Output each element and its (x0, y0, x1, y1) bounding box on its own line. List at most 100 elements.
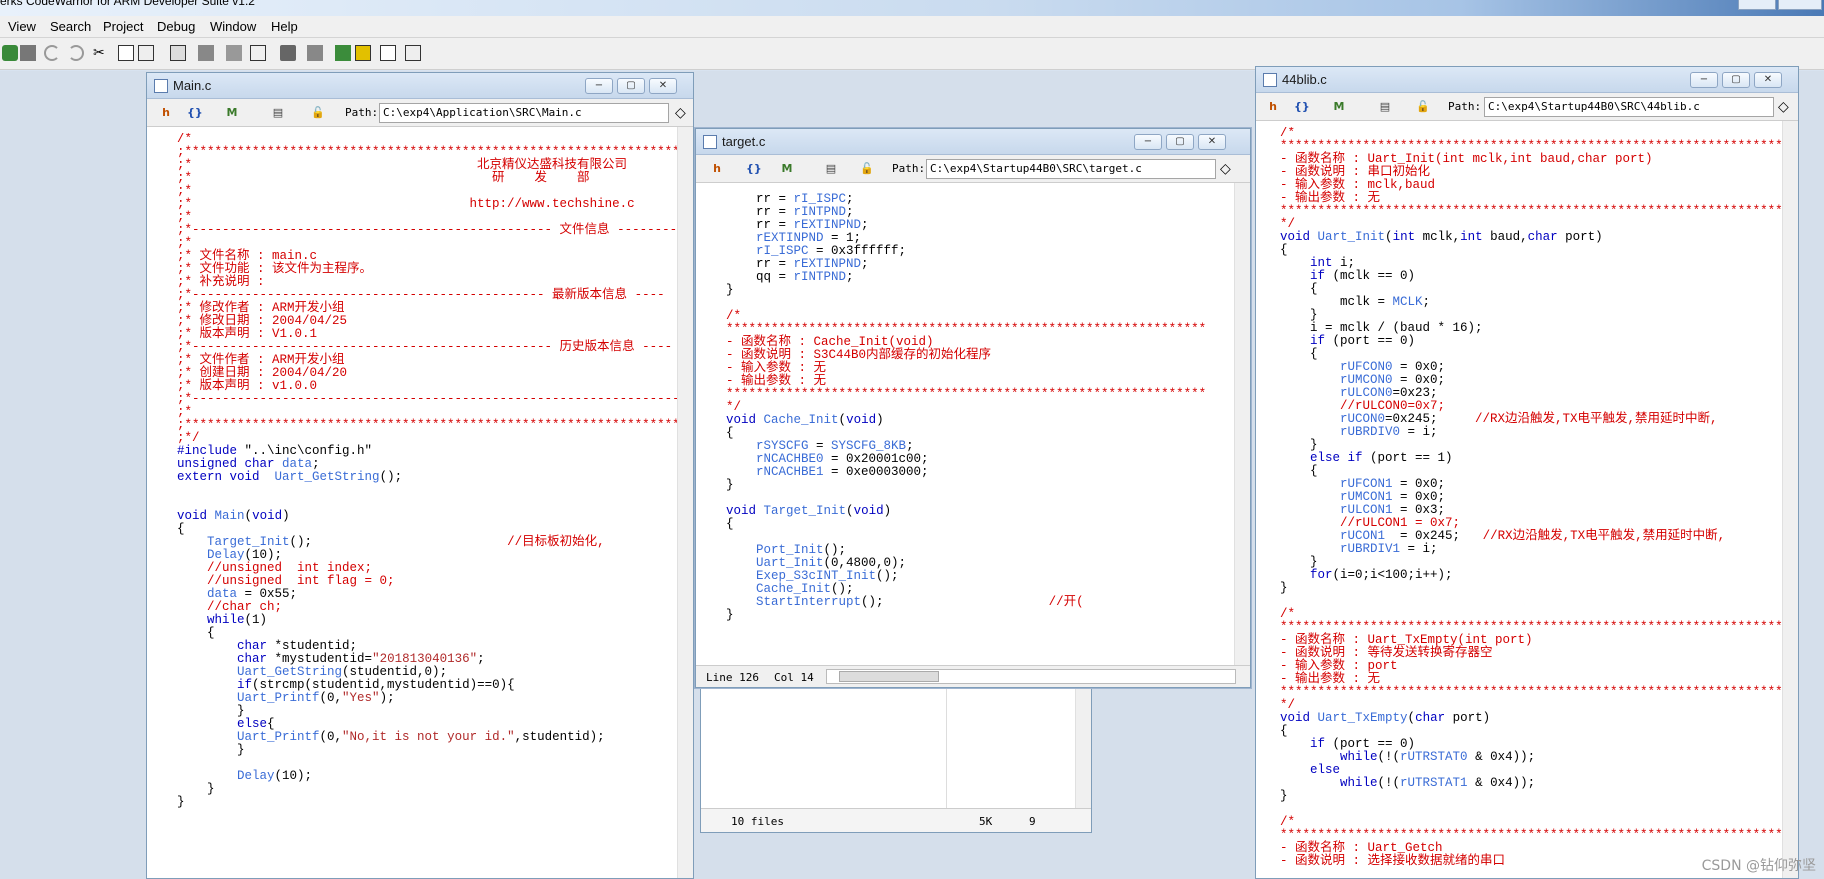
code-line[interactable]: Uart_Printf(0,"Yes"); (177, 692, 677, 705)
cut-icon[interactable]: ✂ (93, 45, 109, 61)
menu-debug[interactable]: Debug (157, 19, 195, 34)
lib-minimize-button[interactable]: − (1690, 72, 1718, 88)
lib-maximize-button[interactable]: ▢ (1722, 72, 1750, 88)
code-line[interactable]: } (1280, 790, 1782, 803)
main-close-button[interactable]: ✕ (649, 78, 677, 94)
code-line[interactable]: ;*--------------------------------------… (177, 224, 677, 237)
code-line[interactable] (1280, 803, 1782, 816)
target-close-button[interactable]: ✕ (1198, 134, 1226, 150)
close-app-button[interactable] (1778, 0, 1822, 10)
settings-icon[interactable] (380, 45, 396, 61)
horizontal-scroll-thumb[interactable] (839, 671, 939, 682)
menu-view[interactable]: View (8, 19, 36, 34)
code-line[interactable]: ****************************************… (726, 388, 1230, 401)
options-diamond-icon[interactable]: ◇ (675, 105, 686, 121)
minimize-app-button[interactable] (1738, 0, 1776, 10)
code-line[interactable]: StartInterrupt(); //开( (726, 596, 1230, 609)
code-line[interactable]: else if (port == 1) (1280, 452, 1782, 465)
project-icon[interactable] (307, 45, 323, 61)
main-scrollbar[interactable] (677, 127, 693, 878)
header-files-icon[interactable]: h (1266, 100, 1280, 114)
menu-window[interactable]: Window (210, 19, 256, 34)
options-diamond-icon[interactable]: ◇ (1778, 99, 1789, 115)
lib-path-field[interactable]: C:\exp4\Startup44B0\SRC\44blib.c (1484, 97, 1774, 117)
code-line[interactable]: ****************************************… (1280, 205, 1782, 218)
main-path-field[interactable]: C:\exp4\Application\SRC\Main.c (379, 103, 669, 123)
compile-icon[interactable] (198, 45, 214, 61)
target-code-view[interactable]: rr = rI_ISPC; rr = rINTPND; rr = rEXTINP… (726, 193, 1230, 653)
functions-icon[interactable]: {} (187, 106, 203, 120)
main-title-bar[interactable]: Main.c − ▢ ✕ (147, 73, 693, 99)
code-line[interactable]: qq = rINTPND; (726, 271, 1230, 284)
main-maximize-button[interactable]: ▢ (617, 78, 645, 94)
code-line[interactable]: if (port == 0) (1280, 335, 1782, 348)
code-line[interactable]: ;* http://www.techshine.c (177, 198, 677, 211)
code-line[interactable]: } (177, 744, 677, 757)
paste-icon[interactable] (138, 45, 154, 61)
code-line[interactable]: ;*--------------------------------------… (177, 393, 677, 406)
code-line[interactable]: while(!(rUTRSTAT0 & 0x4)); (1280, 751, 1782, 764)
code-line[interactable]: { (1280, 244, 1782, 257)
code-line[interactable]: void Cache_Init(void) (726, 414, 1230, 427)
target-minimize-button[interactable]: − (1134, 134, 1162, 150)
version-control-icon[interactable]: 🔓 (860, 162, 874, 176)
lib-close-button[interactable]: ✕ (1754, 72, 1782, 88)
markers-icon[interactable]: M (1332, 100, 1346, 114)
code-line[interactable]: rUBRDIV0 = i; (1280, 426, 1782, 439)
header-files-icon[interactable]: h (710, 162, 724, 176)
main-code-view[interactable]: /* ;*************************************… (177, 133, 677, 878)
code-line[interactable]: } (177, 783, 677, 796)
code-line[interactable] (1280, 595, 1782, 608)
markers-icon[interactable]: M (225, 106, 239, 120)
target-title-bar[interactable]: target.c − ▢ ✕ (696, 129, 1250, 155)
code-line[interactable]: { (726, 518, 1230, 531)
disassemble-icon[interactable] (250, 45, 266, 61)
header-files-icon[interactable]: h (159, 106, 173, 120)
run-icon[interactable] (2, 45, 18, 61)
code-line[interactable]: } (726, 609, 1230, 622)
menu-help[interactable]: Help (271, 19, 298, 34)
code-line[interactable]: Uart_Printf(0,"No,it is not your id.",st… (177, 731, 677, 744)
target-scrollbar[interactable] (1234, 183, 1250, 665)
document-settings-icon[interactable]: ▤ (271, 106, 285, 120)
functions-icon[interactable]: {} (746, 162, 762, 176)
version-control-icon[interactable]: 🔓 (1416, 100, 1430, 114)
main-minimize-button[interactable]: − (585, 78, 613, 94)
code-line[interactable]: rUBRDIV1 = i; (1280, 543, 1782, 556)
horizontal-scrollbar[interactable] (826, 669, 1236, 684)
code-line[interactable]: ****************************************… (1280, 686, 1782, 699)
markers-icon[interactable]: M (780, 162, 794, 176)
debug-run-icon[interactable] (335, 45, 351, 61)
target-settings-icon[interactable] (405, 45, 421, 61)
code-line[interactable]: mclk = MCLK; (1280, 296, 1782, 309)
undo-icon[interactable] (44, 45, 60, 61)
lib-title-bar[interactable]: 44blib.c − ▢ ✕ (1256, 67, 1798, 93)
code-line[interactable] (177, 484, 677, 497)
warning-icon[interactable] (355, 45, 371, 61)
code-line[interactable]: } (177, 796, 677, 809)
code-line[interactable]: ;***************************************… (177, 419, 677, 432)
code-line[interactable]: void Uart_Init(int mclk,int baud,char po… (1280, 231, 1782, 244)
target-path-field[interactable]: C:\exp4\Startup44B0\SRC\target.c (926, 159, 1216, 179)
options-diamond-icon[interactable]: ◇ (1220, 161, 1231, 177)
menu-search[interactable]: Search (50, 19, 91, 34)
menu-project[interactable]: Project (103, 19, 143, 34)
document-settings-icon[interactable]: ▤ (1378, 100, 1392, 114)
find-icon[interactable] (170, 45, 186, 61)
code-line[interactable]: void Main(void) (177, 510, 677, 523)
stop-icon[interactable] (20, 45, 36, 61)
code-line[interactable]: while(!(rUTRSTAT1 & 0x4)); (1280, 777, 1782, 790)
code-line[interactable]: rNCACHBE1 = 0xe0003000; (726, 466, 1230, 479)
code-line[interactable]: void Uart_TxEmpty(char port) (1280, 712, 1782, 725)
code-line[interactable]: while(1) (177, 614, 677, 627)
code-line[interactable]: } (726, 284, 1230, 297)
code-line[interactable]: for(i=0;i<100;i++); (1280, 569, 1782, 582)
code-line[interactable]: Delay(10); (177, 770, 677, 783)
code-line[interactable]: extern void Uart_GetString(); (177, 471, 677, 484)
debug-icon[interactable] (280, 45, 296, 61)
make-icon[interactable] (226, 45, 242, 61)
redo-icon[interactable] (68, 45, 84, 61)
document-settings-icon[interactable]: ▤ (824, 162, 838, 176)
code-line[interactable] (726, 297, 1230, 310)
version-control-icon[interactable]: 🔓 (311, 106, 325, 120)
